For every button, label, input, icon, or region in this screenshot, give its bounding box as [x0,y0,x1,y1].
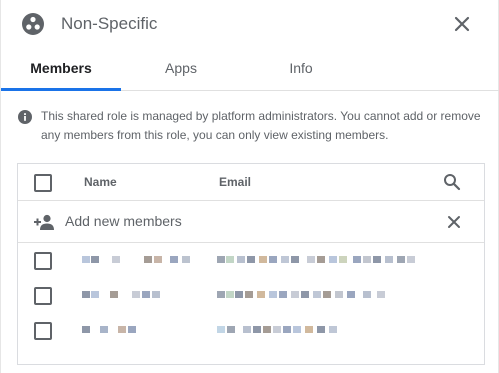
info-icon [18,110,32,124]
column-header-name[interactable]: Name [84,175,117,189]
active-tab-indicator [1,88,121,91]
table-row[interactable] [18,242,484,277]
tab-apps[interactable]: Apps [121,48,241,90]
dialog-header: Non-Specific [1,0,499,48]
table-header: Name Email [18,164,484,201]
clear-icon[interactable] [446,214,462,230]
add-person-icon [34,214,54,230]
redacted-email [217,256,415,263]
table-row[interactable] [18,277,484,312]
tab-bar: Members Apps Info [1,48,499,91]
role-icon [22,13,44,35]
members-table: Name Email [17,163,485,365]
tab-info[interactable]: Info [241,48,361,90]
row-checkbox[interactable] [34,252,52,270]
add-members-input[interactable] [65,210,425,232]
redacted-name [82,326,136,333]
search-icon[interactable] [443,173,461,191]
tab-members[interactable]: Members [1,48,121,90]
close-icon[interactable] [450,12,474,36]
select-all-checkbox[interactable] [34,174,52,192]
redacted-email [217,326,337,333]
dialog-title: Non-Specific [61,14,158,33]
redacted-email [217,291,385,298]
column-header-email[interactable]: Email [219,175,251,189]
redacted-name [82,256,190,263]
notice-text: This shared role is managed by platform … [41,109,481,142]
add-members-row [18,201,484,243]
row-checkbox[interactable] [34,287,52,305]
redacted-name [82,291,160,298]
table-row[interactable] [18,312,484,347]
row-checkbox[interactable] [34,322,52,340]
